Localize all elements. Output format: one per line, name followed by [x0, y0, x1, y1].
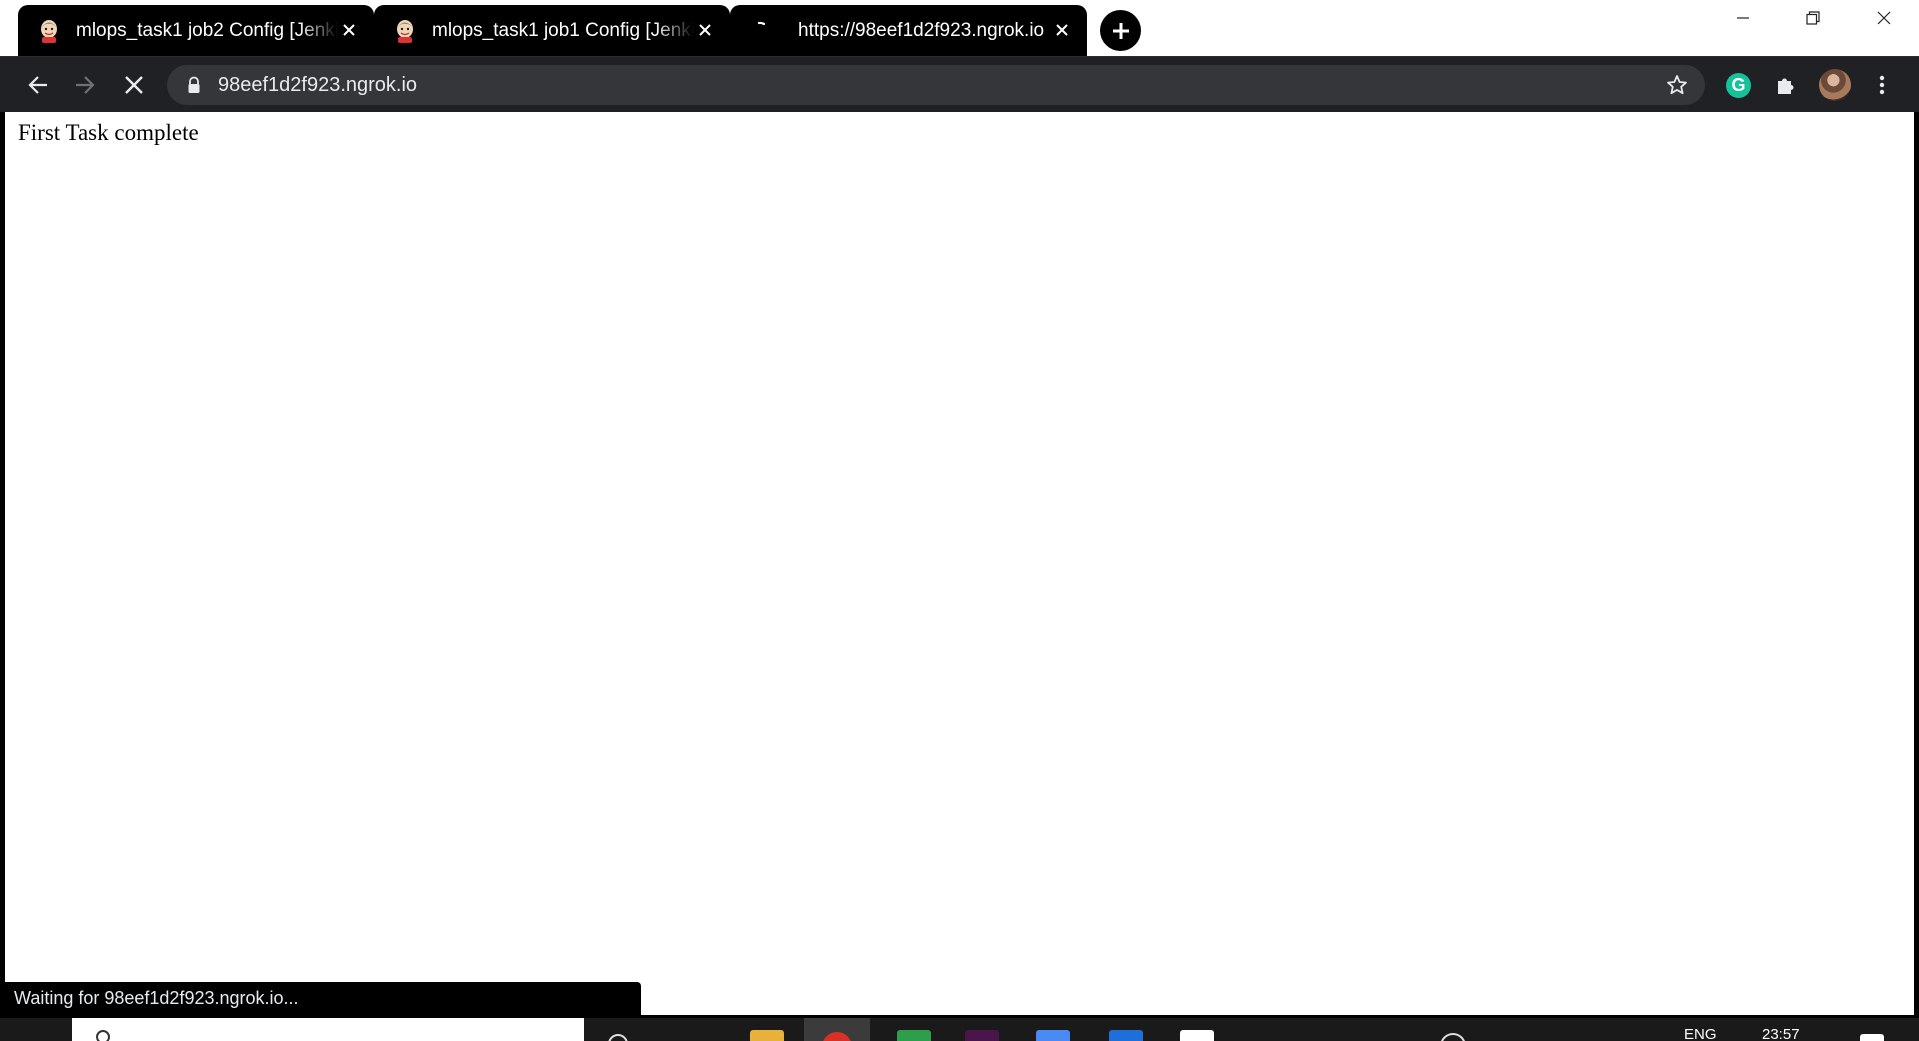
loading-spinner-icon: [749, 19, 773, 43]
language-indicator[interactable]: ENG: [1684, 1026, 1717, 1041]
status-bubble: Waiting for 98eef1d2f923.ngrok.io...: [5, 982, 641, 1015]
browser-toolbar: 98eef1d2f923.ngrok.io G: [0, 56, 1919, 112]
search-icon: [96, 1030, 110, 1041]
menu-button[interactable]: [1864, 67, 1900, 103]
plus-icon: [1112, 22, 1129, 39]
close-icon[interactable]: [338, 19, 360, 41]
jenkins-icon: [37, 19, 61, 43]
url-text: 98eef1d2f923.ngrok.io: [218, 74, 418, 96]
puzzle-icon: [1778, 78, 1794, 94]
app-icon-blue-2[interactable]: [1109, 1030, 1143, 1041]
tab-job2-config[interactable]: mlops_task1 job2 Config [Jenkins]: [18, 5, 374, 56]
close-icon: [125, 76, 143, 94]
grammarly-extension-icon[interactable]: G: [1726, 73, 1751, 98]
restore-icon: [1806, 11, 1820, 25]
restore-button[interactable]: [1778, 0, 1848, 36]
profile-avatar[interactable]: [1819, 69, 1851, 101]
forward-button[interactable]: [67, 67, 103, 103]
tab-job1-config[interactable]: mlops_task1 job1 Config [Jenkins]: [374, 5, 730, 56]
arrow-right-icon: [76, 76, 95, 94]
new-tab-button[interactable]: [1100, 10, 1141, 51]
close-window-button[interactable]: [1849, 0, 1919, 36]
tab-title: https://98eef1d2f923.ngrok.io: [798, 19, 1045, 41]
slack-icon[interactable]: [965, 1030, 999, 1041]
title-bar: mlops_task1 job2 Config [Jenkins] mlops_…: [0, 0, 1919, 56]
bookmark-star-icon[interactable]: [1665, 73, 1689, 97]
tab-ngrok-active[interactable]: https://98eef1d2f923.ngrok.io: [730, 5, 1087, 56]
tab-title: mlops_task1 job1 Config [Jenkins]: [432, 19, 694, 41]
jenkins-icon: [393, 19, 417, 43]
task-view-icon[interactable]: [608, 1034, 628, 1041]
kebab-menu-icon: [1879, 75, 1885, 95]
back-button[interactable]: [20, 67, 56, 103]
taskbar-clock[interactable]: 23:57: [1762, 1026, 1800, 1041]
close-icon[interactable]: [694, 19, 716, 41]
page-body-text: First Task complete: [18, 120, 199, 145]
app-icon-blue[interactable]: [1036, 1030, 1070, 1041]
minimize-button[interactable]: [1708, 0, 1778, 36]
os-taskbar: ENG 23:57: [0, 1018, 1919, 1041]
lock-icon: [188, 76, 200, 93]
app-icon-green[interactable]: [897, 1030, 931, 1041]
close-icon[interactable]: [1051, 19, 1073, 41]
stop-loading-button[interactable]: [116, 67, 152, 103]
arrow-left-icon: [28, 76, 47, 94]
notification-icon[interactable]: [1860, 1034, 1884, 1041]
file-explorer-icon[interactable]: [750, 1030, 784, 1041]
tab-title: mlops_task1 job2 Config [Jenkins]: [76, 19, 338, 41]
extensions-button[interactable]: [1768, 67, 1804, 103]
close-icon: [1877, 11, 1891, 25]
minimize-icon: [1737, 17, 1749, 19]
taskbar-search-box[interactable]: [72, 1018, 584, 1041]
tray-app-icon[interactable]: [1440, 1033, 1466, 1041]
page-viewport: First Task complete Waiting for 98eef1d2…: [0, 112, 1919, 1018]
virtualbox-icon[interactable]: [1180, 1030, 1214, 1041]
address-bar[interactable]: 98eef1d2f923.ngrok.io: [167, 65, 1705, 105]
